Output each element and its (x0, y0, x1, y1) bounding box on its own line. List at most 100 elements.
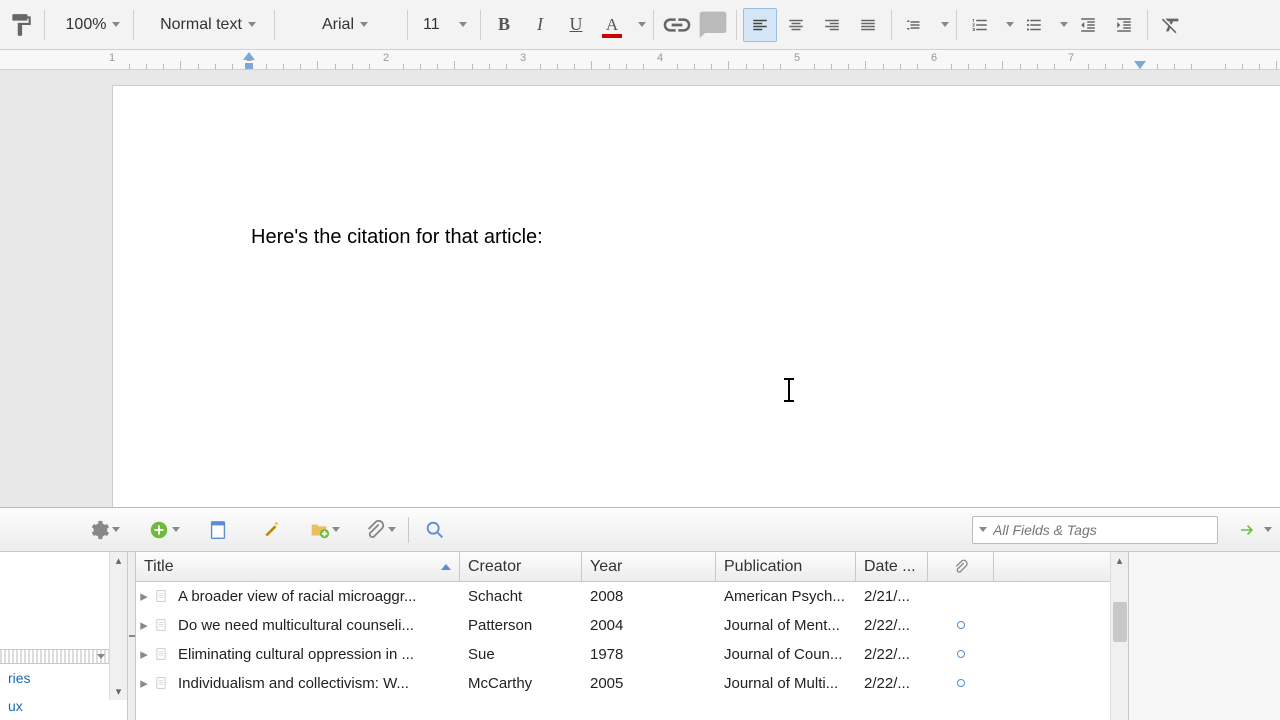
search-icon (424, 519, 446, 541)
tag-item[interactable]: ries (0, 664, 109, 692)
search-input[interactable] (993, 522, 1211, 538)
decrease-indent-icon (1079, 16, 1097, 34)
items-scrollbar[interactable]: ▴ (1110, 552, 1128, 720)
zoom-select[interactable]: 100% (51, 8, 127, 42)
cell-tag (928, 650, 994, 658)
expand-toggle[interactable]: ▸ (136, 674, 152, 692)
align-center-button[interactable] (779, 8, 813, 42)
cell-year: 2005 (582, 675, 716, 692)
bold-button[interactable]: B (487, 8, 521, 42)
ruler-scale: 11234567 (0, 50, 1280, 69)
new-item-button[interactable] (148, 515, 180, 545)
wand-icon (259, 519, 281, 541)
bulleted-list-button[interactable] (1017, 8, 1051, 42)
underline-button[interactable]: U (559, 8, 593, 42)
font-family-select[interactable]: Arial (281, 8, 401, 42)
horizontal-ruler[interactable]: 11234567 (0, 50, 1280, 70)
column-label: Creator (468, 558, 521, 576)
column-header-publication[interactable]: Publication (716, 552, 856, 581)
advanced-search-button[interactable] (421, 515, 449, 545)
items-table-wrap: Title Creator Year Publication Date ... … (128, 552, 1128, 720)
paragraph-style-select[interactable]: Normal text (140, 8, 268, 42)
alignment-group (743, 8, 885, 42)
add-by-identifier-button[interactable] (256, 515, 284, 545)
clear-formatting-button[interactable] (1154, 8, 1188, 42)
tag-dot-icon (957, 679, 965, 687)
reference-body: ▴ ▾ ries ux Title Creator Year Publ (0, 552, 1280, 720)
expand-toggle[interactable]: ▸ (136, 616, 152, 634)
column-header-extra[interactable] (994, 552, 1024, 581)
new-note-button[interactable] (204, 515, 232, 545)
text-color-dropdown[interactable] (631, 8, 647, 42)
expand-toggle[interactable]: ▸ (136, 587, 152, 605)
document-body-text[interactable]: Here's the citation for that article: (251, 226, 1280, 249)
indent-right-marker[interactable] (1134, 61, 1146, 69)
align-justify-icon (859, 16, 877, 34)
indent-left-marker[interactable] (243, 52, 255, 60)
actions-button[interactable] (88, 515, 120, 545)
scroll-down-icon[interactable]: ▾ (114, 683, 124, 700)
indent-left-bottom-marker[interactable] (245, 63, 253, 69)
table-row[interactable]: ▸Eliminating cultural oppression in ...S… (136, 640, 1110, 669)
font-size-select[interactable]: 11 (414, 8, 474, 42)
increase-indent-icon (1115, 16, 1133, 34)
attach-button[interactable] (364, 515, 396, 545)
align-center-icon (787, 16, 805, 34)
gear-icon (88, 519, 110, 541)
pane-resize-grip[interactable] (128, 552, 136, 720)
plus-circle-icon (148, 519, 170, 541)
numbered-list-dropdown[interactable] (999, 8, 1015, 42)
note-icon (207, 519, 229, 541)
table-row[interactable]: ▸A broader view of racial microaggr...Sc… (136, 582, 1110, 611)
column-header-attachment[interactable] (928, 552, 994, 581)
document-page[interactable]: Here's the citation for that article: (112, 85, 1280, 507)
size-value: 11 (423, 16, 440, 34)
decrease-indent-button[interactable] (1071, 8, 1105, 42)
align-left-button[interactable] (743, 8, 777, 42)
collections-scrollbar[interactable]: ▴ ▾ (109, 552, 127, 700)
line-spacing-dropdown[interactable] (934, 8, 950, 42)
table-row[interactable]: ▸Do we need multicultural counseli...Pat… (136, 611, 1110, 640)
text-color-button[interactable]: A (595, 8, 629, 42)
chevron-down-icon (248, 22, 256, 27)
increase-indent-button[interactable] (1107, 8, 1141, 42)
column-header-year[interactable]: Year (582, 552, 716, 581)
align-left-icon (751, 16, 769, 34)
column-label: Date ... (864, 558, 916, 576)
column-header-date[interactable]: Date ... (856, 552, 928, 581)
search-field[interactable] (972, 516, 1218, 544)
cell-date: 2/22/... (856, 617, 928, 634)
item-type-icon (152, 675, 170, 691)
align-right-button[interactable] (815, 8, 849, 42)
italic-button[interactable]: I (523, 8, 557, 42)
scroll-up-icon[interactable]: ▴ (114, 552, 124, 569)
numbered-list-button[interactable] (963, 8, 997, 42)
docs-toolbar: 100% Normal text Arial 11 B I U A (0, 0, 1280, 50)
text-color-icon: A (606, 15, 618, 35)
tags-pane-header[interactable] (0, 650, 109, 664)
insert-link-button[interactable] (660, 8, 694, 42)
table-row[interactable]: ▸Individualism and collectivism: W...McC… (136, 669, 1110, 698)
new-collection-button[interactable] (308, 515, 340, 545)
scrollbar-thumb[interactable] (1113, 602, 1127, 642)
expand-toggle[interactable]: ▸ (136, 645, 152, 663)
collections-pane: ▴ ▾ ries ux (0, 552, 128, 720)
align-justify-button[interactable] (851, 8, 885, 42)
column-header-title[interactable]: Title (136, 552, 460, 581)
ruler-number: 1 (109, 52, 115, 64)
format-paint-button[interactable] (4, 8, 38, 42)
ruler-number: 3 (520, 52, 526, 64)
toolbar-separator (133, 10, 134, 40)
scroll-up-icon[interactable]: ▴ (1111, 552, 1128, 569)
tag-item[interactable]: ux (0, 692, 109, 720)
column-header-creator[interactable]: Creator (460, 552, 582, 581)
line-spacing-button[interactable] (898, 8, 932, 42)
locate-button[interactable] (1238, 521, 1272, 539)
insert-comment-button[interactable] (696, 8, 730, 42)
cell-creator: Schacht (460, 588, 582, 605)
cell-creator: Sue (460, 646, 582, 663)
underline-icon: U (570, 14, 583, 35)
cell-year: 2008 (582, 588, 716, 605)
bulleted-list-dropdown[interactable] (1053, 8, 1069, 42)
toolbar-separator (408, 517, 409, 543)
